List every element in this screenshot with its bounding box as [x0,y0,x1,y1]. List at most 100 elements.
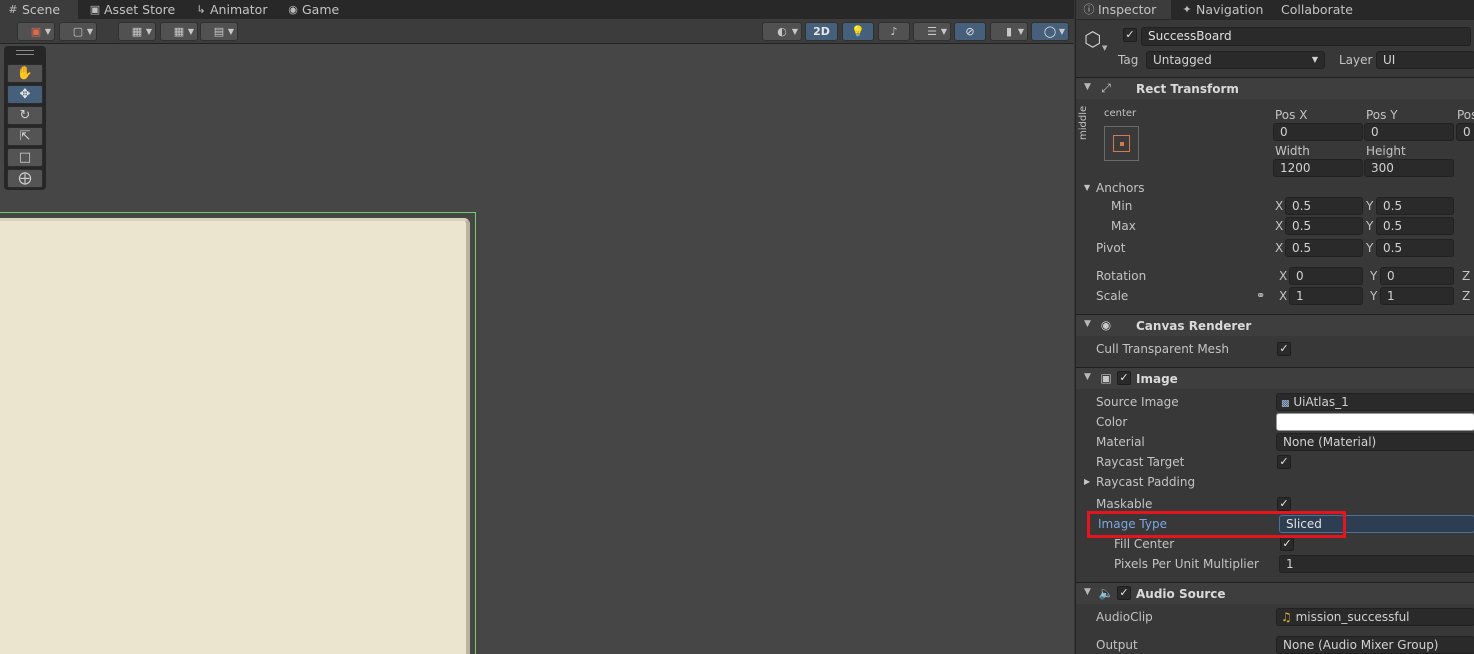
anchor-max-y-field[interactable]: 0.5 [1376,217,1454,235]
grid-snap-dropdown[interactable]: ▦ ▼ [118,22,156,41]
chevron-down-icon: ▼ [791,27,798,36]
canvas-renderer-header[interactable]: ▼ ◉ Canvas Renderer [1076,314,1474,336]
grid-snap-icon: ▦ [131,25,143,38]
rotate-tool-button[interactable]: ↻ [7,106,43,125]
tab-animator[interactable]: ↳ Animator [188,0,278,19]
active-checkbox[interactable]: ✓ [1123,28,1137,42]
anchor-preset-button[interactable] [1104,126,1139,161]
axis-y-label: Y [1366,219,1374,233]
layer-dropdown[interactable]: UI [1376,51,1474,69]
audio-source-header[interactable]: ▼ 🔈 ✓ Audio Source [1076,582,1474,604]
shopping-bag-icon: ▣ [89,3,101,16]
audio-source-enabled-checkbox[interactable]: ✓ [1117,586,1131,600]
anchors-foldout[interactable]: ▼ Anchors [1076,178,1474,198]
incremental-snap-dropdown[interactable]: ▦ ▼ [160,22,198,41]
scale-y-field[interactable]: 1 [1380,287,1454,305]
raycast-target-checkbox[interactable]: ✓ [1277,455,1291,469]
scale-tool-button[interactable]: ⇱ [7,127,43,146]
material-field[interactable]: None (Material) [1276,433,1474,451]
output-field[interactable]: None (Audio Mixer Group) [1276,636,1474,654]
2d-label: 2D [813,25,830,38]
anchor-max-x-field[interactable]: 0.5 [1285,217,1363,235]
source-image-value: UiAtlas_1 [1293,395,1349,409]
raycast-padding-label: Raycast Padding [1096,475,1196,489]
fill-center-checkbox[interactable]: ✓ [1280,537,1294,551]
source-image-field[interactable]: ▩ UiAtlas_1 [1276,393,1474,411]
tag-dropdown[interactable]: Untagged ▼ [1146,51,1325,69]
anchors-label: Anchors [1096,181,1145,195]
drag-handle-icon[interactable] [16,50,34,55]
width-field[interactable]: 1200 [1273,159,1363,177]
2d-toggle-button[interactable]: 2D [805,22,838,41]
anchor-min-y-field[interactable]: 0.5 [1376,197,1454,215]
axis-z-label: Z [1462,269,1471,283]
camera-dropdown[interactable]: ▮ ▼ [990,22,1028,41]
anchor-pivot-dot [1120,142,1124,146]
component-title: Image [1136,372,1178,386]
layer-value: UI [1383,53,1396,67]
audio-toggle-button[interactable]: ♪ [878,22,910,41]
scene-view[interactable]: # Scene ▣ Asset Store ↳ Animator ◉ Game … [0,0,1074,654]
color-swatch[interactable] [1276,413,1474,431]
rotation-x-field[interactable]: 0 [1289,267,1363,285]
chevron-down-icon: ▼ [940,27,947,36]
anchor-v-label: middle [1078,105,1089,140]
gizmos-dropdown[interactable]: ◯ ▼ [1031,22,1069,41]
audio-clip-value: mission_successful [1295,610,1410,624]
axis-x-label: X [1279,289,1288,303]
image-component-header[interactable]: ▼ ▣ ✓ Image [1076,367,1474,389]
axis-y-label: Y [1366,199,1374,213]
link-icon[interactable]: ⚭ [1256,286,1265,306]
component-title: Rect Transform [1136,82,1239,96]
cube-icon: ▢ [72,25,84,38]
shading-dropdown[interactable]: ▢ ▼ [59,22,97,41]
scale-icon: ⇱ [19,129,31,144]
tag-value: Untagged [1153,53,1212,67]
lighting-toggle-button[interactable]: 💡 [842,22,874,41]
tab-scene[interactable]: # Scene [0,0,78,19]
snap-icon: ▦ [173,25,185,38]
selection-outline [0,212,476,654]
scale-x-field[interactable]: 1 [1289,287,1363,305]
pivot-x-field[interactable]: 0.5 [1285,239,1363,257]
rotation-y-field[interactable]: 0 [1380,267,1454,285]
hand-tool-button[interactable]: ✋ [7,64,43,83]
tab-label: Asset Store [104,2,176,17]
move-tool-button[interactable]: ✥ [7,85,43,104]
pos-x-field[interactable]: 0 [1273,123,1363,141]
effects-dropdown[interactable]: ☰ ▼ [913,22,951,41]
maskable-checkbox[interactable]: ✓ [1277,497,1291,511]
tab-inspector[interactable]: ⓘ Inspector [1076,0,1171,19]
tab-collaborate[interactable]: Collaborate [1259,0,1359,19]
tab-label: Scene [22,2,61,17]
object-name-field[interactable]: SuccessBoard [1141,27,1471,46]
cull-transparent-mesh-checkbox[interactable]: ✓ [1277,342,1291,356]
eye-icon: ◉ [1100,318,1112,332]
rect-icon: □ [18,150,32,165]
draw-mode-dropdown[interactable]: ▣ ▼ [17,22,55,41]
height-field[interactable]: 300 [1364,159,1454,177]
tab-asset-store[interactable]: ▣ Asset Store [82,0,182,19]
pivot-y-field[interactable]: 0.5 [1376,239,1454,257]
pixels-per-unit-field[interactable]: 1 [1279,555,1474,573]
render-mode-dropdown[interactable]: ◐ ▼ [762,22,802,41]
audio-clip-field[interactable]: ♫ mission_successful [1276,608,1474,626]
raycast-padding-foldout[interactable]: ▶ Raycast Padding [1076,472,1474,492]
rect-transform-icon: ⤢ [1101,81,1111,95]
inspector-tab-bar: ⓘ Inspector ✦ Navigation Collaborate [1076,0,1474,20]
anchor-min-x-field[interactable]: 0.5 [1285,197,1363,215]
rect-transform-header[interactable]: ▼ ⤢ Rect Transform [1076,77,1474,99]
image-enabled-checkbox[interactable]: ✓ [1117,371,1131,385]
pos-y-field[interactable]: 0 [1364,123,1454,141]
foldout-arrow-icon: ▼ [1084,372,1091,382]
ruler-dropdown[interactable]: ▤ ▼ [200,22,238,41]
grid-icon: # [8,3,18,16]
scene-visibility-button[interactable]: ⊘ [954,22,986,41]
pos-z-field[interactable]: 0 [1456,123,1474,141]
source-image-label: Source Image [1096,395,1179,409]
transform-tool-button[interactable]: ⨁ [7,169,43,188]
tab-game[interactable]: ◉ Game [280,0,350,19]
rect-tool-button[interactable]: □ [7,148,43,167]
rotation-label: Rotation [1096,269,1147,283]
axis-y-label: Y [1366,241,1374,255]
